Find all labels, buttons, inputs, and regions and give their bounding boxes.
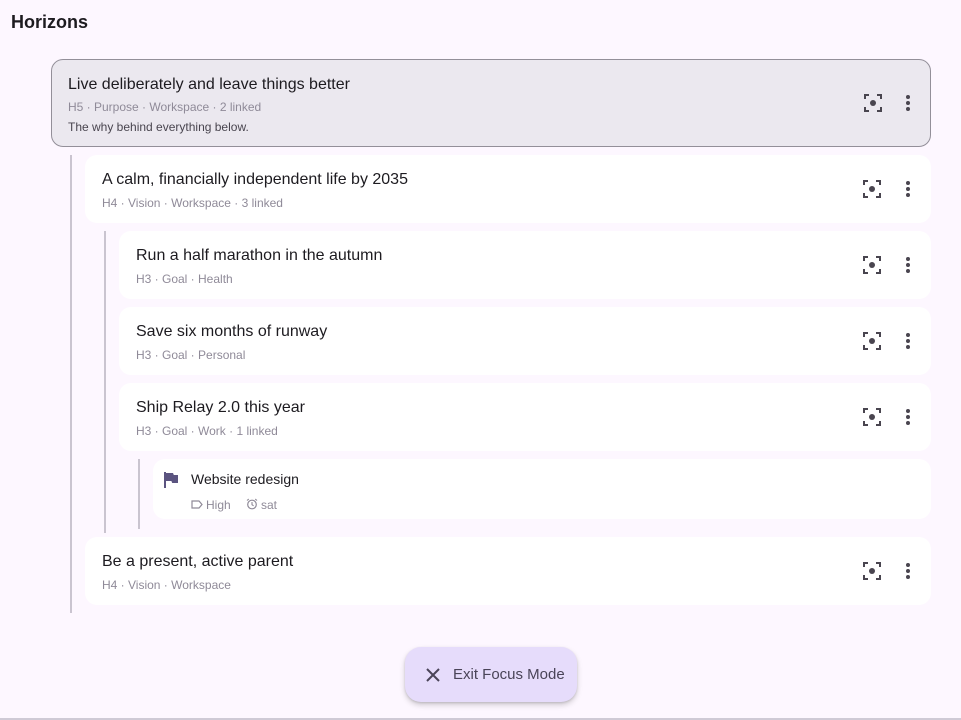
more-vert-icon <box>906 333 910 349</box>
more-options-button[interactable] <box>896 91 920 115</box>
horizon-card-h3-runway[interactable]: Save six months of runway H3 · Goal · Pe… <box>119 307 931 375</box>
project-card-website-redesign[interactable]: Website redesign High sat <box>153 459 931 519</box>
close-icon <box>426 668 440 682</box>
focus-button[interactable] <box>860 329 884 353</box>
more-vert-icon <box>906 257 910 273</box>
horizon-title: Run a half marathon in the autumn <box>136 247 383 264</box>
more-options-button[interactable] <box>896 329 920 353</box>
more-vert-icon <box>906 409 910 425</box>
more-options-button[interactable] <box>896 559 920 583</box>
priority-icon <box>191 500 203 509</box>
focus-button[interactable] <box>860 177 884 201</box>
flag-icon <box>164 472 178 488</box>
hierarchy-rail-project <box>138 459 140 529</box>
focus-frame-icon <box>863 180 881 198</box>
horizon-card-h3-relay[interactable]: Ship Relay 2.0 this year H3 · Goal · Wor… <box>119 383 931 451</box>
horizon-title: Be a present, active parent <box>102 553 294 570</box>
focus-frame-icon <box>863 332 881 350</box>
horizon-card-h5[interactable]: Live deliberately and leave things bette… <box>51 59 931 147</box>
focus-frame-icon <box>864 94 882 112</box>
exit-focus-mode-label: Exit Focus Mode <box>453 666 565 683</box>
more-options-button[interactable] <box>896 405 920 429</box>
horizon-meta: H3 · Goal · Health <box>136 272 233 286</box>
exit-focus-mode-button[interactable]: Exit Focus Mode <box>405 647 577 702</box>
page-title: Horizons <box>11 12 89 32</box>
focus-frame-icon <box>863 562 881 580</box>
focus-button[interactable] <box>860 253 884 277</box>
more-vert-icon <box>906 181 910 197</box>
horizon-meta: H3 · Goal · Work · 1 linked <box>136 424 278 438</box>
horizon-title: A calm, financially independent life by … <box>102 171 408 188</box>
alarm-clock-icon <box>246 498 258 510</box>
focus-button[interactable] <box>860 559 884 583</box>
horizon-card-h4-financial[interactable]: A calm, financially independent life by … <box>85 155 931 223</box>
focus-button[interactable] <box>860 405 884 429</box>
more-options-button[interactable] <box>896 177 920 201</box>
horizon-meta: H5 · Purpose · Workspace · 2 linked <box>68 100 262 114</box>
focus-frame-icon <box>863 256 881 274</box>
horizon-meta: H4 · Vision · Workspace <box>102 578 231 592</box>
horizon-title: Ship Relay 2.0 this year <box>136 399 305 416</box>
horizon-title: Live deliberately and leave things bette… <box>68 76 350 93</box>
project-due: sat <box>261 498 278 512</box>
horizon-card-h3-half-marathon[interactable]: Run a half marathon in the autumn H3 · G… <box>119 231 931 299</box>
horizon-title: Save six months of runway <box>136 323 328 340</box>
hierarchy-rail-h3 <box>104 231 106 533</box>
project-title: Website redesign <box>191 471 299 487</box>
horizon-card-h4-parent[interactable]: Be a present, active parent H4 · Vision … <box>85 537 931 605</box>
hierarchy-rail-h4 <box>70 155 72 613</box>
horizon-meta: H3 · Goal · Personal <box>136 348 246 362</box>
focus-button[interactable] <box>861 91 885 115</box>
project-priority: High <box>206 498 231 512</box>
more-options-button[interactable] <box>896 253 920 277</box>
more-vert-icon <box>906 95 910 111</box>
more-vert-icon <box>906 563 910 579</box>
horizon-meta: H4 · Vision · Workspace · 3 linked <box>102 196 283 210</box>
focus-frame-icon <box>863 408 881 426</box>
horizon-description: The why behind everything below. <box>68 120 249 134</box>
